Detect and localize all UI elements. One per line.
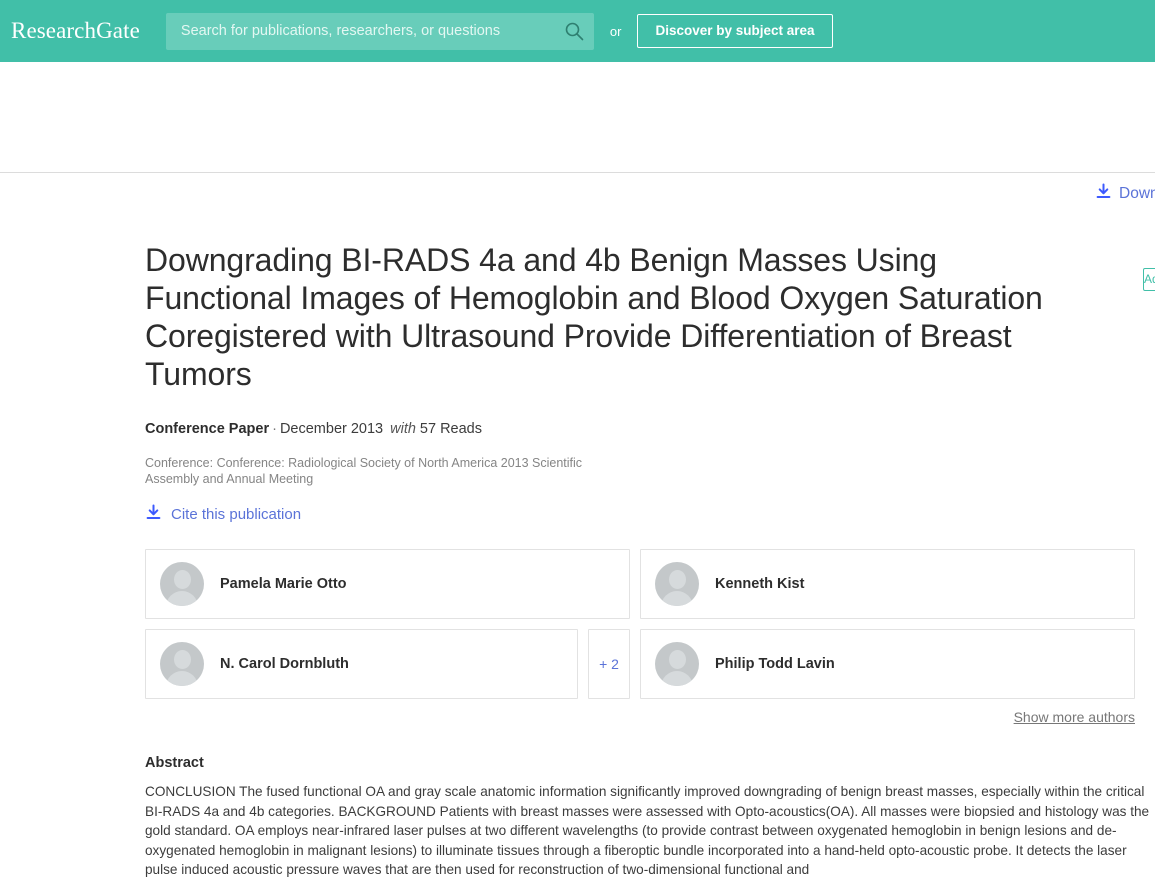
author-name: Philip Todd Lavin [715,656,835,672]
author-name: Pamela Marie Otto [220,576,347,592]
publication-meta: Conference Paper · December 2013 with 57 Rea… [145,421,1135,437]
publication-actions: Download [0,173,1155,219]
author-row: N. Carol Dornbluth + 2 Philip Todd Lavin [145,629,1135,699]
search-input[interactable] [178,12,564,50]
site-header: ResearchGate or Discover by subject area [0,0,1155,62]
show-more-authors-row: Show more authors [145,709,1135,727]
search-icon[interactable] [564,21,584,41]
cite-label: Cite this publication [171,506,302,523]
publication-type: Conference Paper [145,421,270,437]
download-label: Download [1119,185,1155,202]
author-name: N. Carol Dornbluth [220,656,349,672]
download-icon [1095,183,1112,205]
avatar [655,562,699,606]
author-card[interactable]: Pamela Marie Otto [145,549,630,619]
secondary-nav-placeholder [0,62,1155,172]
researchgate-logo[interactable]: ResearchGate [11,18,140,44]
read-count: 57 Reads [419,421,482,437]
more-authors-count[interactable]: + 2 [588,629,630,699]
page-title: Downgrading BI-RADS 4a and 4b Benign Mas… [145,242,1043,392]
avatar [160,562,204,606]
avatar [160,642,204,686]
discover-by-subject-area-button[interactable]: Discover by subject area [637,14,833,48]
meta-separator: · [272,421,277,437]
with-label: with [390,421,416,437]
author-card[interactable]: Kenneth Kist [640,549,1135,619]
author-name: Kenneth Kist [715,576,805,592]
author-card[interactable]: N. Carol Dornbluth [145,629,578,699]
abstract-text: CONCLUSION The fused functional OA and g… [145,784,1150,877]
search-box[interactable] [165,12,594,50]
author-row: Pamela Marie Otto Kenneth Kist [145,549,1135,619]
show-more-authors-link[interactable]: Show more authors [1014,709,1135,725]
cite-this-publication-button[interactable]: Cite this publication [145,504,301,525]
or-separator-label: or [609,23,622,39]
publication-main: Downgrading BI-RADS 4a and 4b Benign Mas… [0,219,1155,880]
add-button[interactable]: Add [1143,268,1155,291]
authors-grid: Pamela Marie Otto Kenneth Kist N. Carol … [145,549,1135,699]
author-card[interactable]: Philip Todd Lavin [640,629,1135,699]
publication-date: December 2013 [279,421,384,437]
avatar [655,642,699,686]
abstract-heading: Abstract [145,755,204,771]
conference-info: Conference: Conference: Radiological Soc… [145,456,583,486]
download-icon [145,504,162,525]
download-button[interactable]: Download [1095,183,1155,205]
